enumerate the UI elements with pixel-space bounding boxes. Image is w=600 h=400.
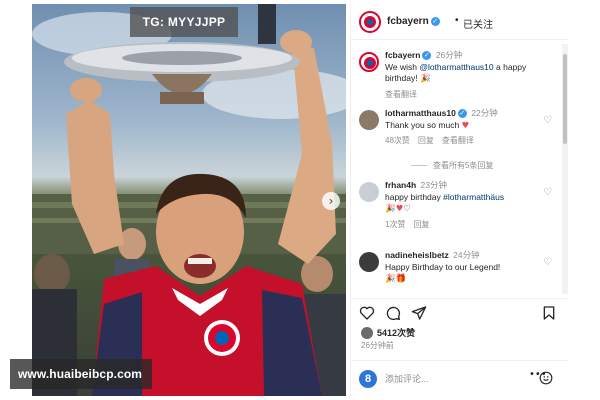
watermark-telegram: TG: MYYJJPP (130, 7, 238, 37)
party-popper-icon: 🎉 (385, 274, 396, 284)
comment-meta: 查看翻译 (385, 89, 535, 101)
like-comment-heart-icon[interactable]: ♡ (543, 116, 553, 126)
comment-body: fcbayern ✓ 26分钟 We wish @lotharmatthaus10… (385, 50, 535, 100)
emoji-smile-icon[interactable] (539, 371, 553, 385)
comment-bubble-icon[interactable] (385, 305, 401, 321)
comment-body: nadineheislbetz 24分钟 Happy Birthday to o… (385, 250, 535, 286)
comment-username[interactable]: frhan4h (385, 180, 416, 190)
like-comment-heart-icon[interactable]: ♡ (543, 188, 553, 198)
reply-button[interactable]: 回复 (413, 220, 429, 229)
next-photo-button[interactable]: › (322, 192, 340, 210)
likes-count-text: 5412次赞 (377, 328, 416, 338)
mention-link[interactable]: @lotharmatthaus10 (419, 62, 493, 72)
verified-badge-icon: ✓ (457, 109, 467, 119)
comment-likes[interactable]: 1次赞 (385, 220, 405, 229)
post-time: 26分钟前 (361, 341, 394, 350)
comment-time: 22分钟 (471, 108, 498, 118)
translate-link[interactable]: 查看翻译 (385, 90, 417, 99)
account-name: fcbayern (387, 16, 429, 27)
save-bookmark-icon[interactable] (541, 305, 557, 321)
comments-scrollbar[interactable] (562, 44, 568, 294)
commenter-avatar[interactable] (359, 52, 379, 72)
share-paper-plane-icon[interactable] (411, 305, 427, 321)
comment-text: Happy Birthday to our Legend! (385, 261, 501, 272)
separator-dot: • (455, 15, 459, 26)
party-popper-icon: 🎉 (419, 74, 431, 84)
red-heart-icon: ♥ (461, 120, 470, 131)
translate-link[interactable]: 查看翻译 (442, 136, 474, 145)
view-replies-button[interactable]: 查看所有5条回复 (411, 160, 493, 171)
account-avatar[interactable] (359, 11, 381, 33)
comment-time: 24分钟 (453, 250, 480, 260)
comment-time: 26分钟 (435, 50, 463, 60)
post-photo[interactable]: › (32, 4, 346, 396)
comment-username[interactable]: nadineheislbetz (385, 250, 449, 260)
chevron-right-icon: › (328, 194, 334, 208)
follow-state-button[interactable]: 已关注 (463, 16, 493, 31)
comment-text: We wish (385, 61, 420, 72)
emoji-badge-icon[interactable]: 8 (359, 370, 377, 388)
hashtag-link[interactable]: #lotharmatthäus (443, 192, 504, 202)
liker-avatar (361, 326, 373, 339)
comment-text: happy birthday (385, 191, 444, 202)
likes-count[interactable]: 5412次赞 (361, 326, 415, 339)
comment-username[interactable]: fcbayern (385, 50, 420, 60)
photo-illustration (32, 4, 346, 396)
comment-body: frhan4h 23分钟 happy birthday #lotharmatth… (385, 180, 535, 230)
comment-username[interactable]: lotharmatthaus10 (385, 108, 456, 118)
like-heart-icon[interactable] (359, 305, 375, 321)
party-popper-icon: 🎉 (385, 204, 396, 214)
gift-icon: 🎁 (395, 274, 407, 284)
account-name-link[interactable]: fcbayern ✓ (387, 16, 440, 27)
comments-list[interactable]: fcbayern ✓ 26分钟 We wish @lotharmatthaus10… (351, 44, 561, 294)
white-heart-icon: ♡ (403, 204, 411, 214)
comment-input[interactable] (385, 371, 515, 387)
post-panel: fcbayern ✓ • 已关注 fcbayern ✓ 26分钟 We wish @… (350, 4, 569, 396)
verified-badge-icon: ✓ (422, 51, 432, 61)
comment-meta: 1次赞 回复 (385, 219, 535, 231)
like-comment-heart-icon[interactable]: ♡ (543, 258, 553, 268)
add-comment-bar: 8 ••• (351, 360, 569, 396)
commenter-avatar[interactable] (359, 252, 379, 272)
post-header: fcbayern ✓ • 已关注 (351, 4, 569, 40)
comment-meta: 48次赞 回复 查看翻译 (385, 135, 535, 147)
scrollbar-thumb[interactable] (563, 54, 567, 144)
comment-text: Thank you so much (385, 119, 462, 130)
comment-time: 23分钟 (420, 180, 448, 190)
comment-body: lotharmatthaus10 ✓ 22分钟 Thank you so much… (385, 108, 535, 147)
verified-badge-icon: ✓ (430, 16, 440, 26)
comment-likes[interactable]: 48次赞 (385, 136, 410, 145)
watermark-site: www.huaibeibcp.com (10, 359, 152, 389)
post-actions (351, 298, 569, 322)
reply-button[interactable]: 回复 (418, 136, 434, 145)
commenter-avatar[interactable] (359, 182, 379, 202)
commenter-avatar[interactable] (359, 110, 379, 130)
